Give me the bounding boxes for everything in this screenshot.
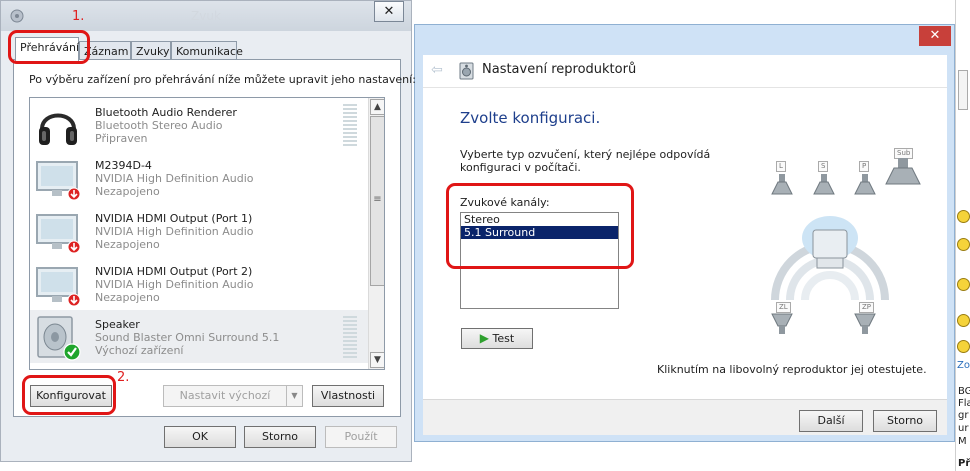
side-text: Pře xyxy=(958,458,970,469)
device-row-bluetooth[interactable]: Bluetooth Audio Renderer Bluetooth Stere… xyxy=(30,98,368,151)
smiley-icon xyxy=(957,340,970,353)
cancel-button[interactable]: Storno xyxy=(244,426,316,448)
device-status: Připraven xyxy=(95,132,148,145)
wizard-window-title: Nastavení reproduktorů xyxy=(482,62,637,77)
smiley-icon xyxy=(957,314,970,327)
close-button[interactable]: ✕ xyxy=(374,1,404,22)
properties-button[interactable]: Vlastnosti xyxy=(312,385,384,407)
device-name: Bluetooth Audio Renderer xyxy=(95,106,237,119)
annotation-ring-channels xyxy=(446,183,634,269)
tab-label: Komunikace xyxy=(176,45,243,58)
background-window-strip: Zob BG Fla gr ur M Pře xyxy=(955,0,970,471)
speaker-rear-left-icon[interactable] xyxy=(768,310,796,338)
side-link-text[interactable]: Zob xyxy=(957,360,970,371)
close-button[interactable]: ✕ xyxy=(919,26,951,46)
set-default-label: Nastavit výchozí xyxy=(179,389,271,402)
device-list-scrollbar[interactable]: ▲ ≡ ▼ xyxy=(368,98,384,369)
annotation-step1: 1. xyxy=(72,9,85,24)
close-icon: ✕ xyxy=(929,28,941,43)
wizard-hint: Kliknutím na libovolný reproduktor jej o… xyxy=(657,363,927,376)
speaker-setup-icon xyxy=(459,62,474,80)
room-diagram xyxy=(771,216,889,301)
apply-button[interactable]: Použít xyxy=(325,426,397,448)
monitor-icon xyxy=(36,214,81,254)
chevron-down-icon[interactable]: ▼ xyxy=(286,386,302,406)
device-driver: NVIDIA High Definition Audio xyxy=(95,225,254,238)
device-row-speaker[interactable]: Speaker Sound Blaster Omni Surround 5.1 … xyxy=(30,310,368,363)
speaker-center-icon[interactable] xyxy=(810,172,838,200)
device-status: Nezapojeno xyxy=(95,291,160,304)
side-scrollbar[interactable] xyxy=(958,70,968,110)
device-row-hdmi-port1[interactable]: NVIDIA HDMI Output (Port 1) NVIDIA High … xyxy=(30,204,368,257)
speaker-rear-right-icon[interactable] xyxy=(851,310,879,338)
device-driver: Bluetooth Stereo Audio xyxy=(95,119,223,132)
tab-label: Zvuky xyxy=(136,45,170,58)
device-status: Nezapojeno xyxy=(95,185,160,198)
speaker-label-center: S xyxy=(818,161,829,172)
smiley-icon xyxy=(957,238,970,251)
subwoofer-icon[interactable] xyxy=(884,156,922,186)
annotation-step2: 2. xyxy=(117,370,130,385)
scroll-thumb[interactable]: ≡ xyxy=(370,116,384,286)
monitor-icon xyxy=(36,161,81,201)
tab-zvuky[interactable]: Zvuky xyxy=(131,41,171,61)
device-driver: NVIDIA High Definition Audio xyxy=(95,172,254,185)
device-name: NVIDIA HDMI Output (Port 2) xyxy=(95,265,253,278)
test-button[interactable]: ▶ Test xyxy=(461,328,533,349)
side-text: gr xyxy=(958,410,969,421)
set-default-button[interactable]: Nastavit výchozí ▼ xyxy=(163,385,303,407)
level-meter xyxy=(343,316,357,358)
play-icon: ▶ xyxy=(479,331,490,345)
wizard-footer: Další Storno xyxy=(423,399,947,435)
device-row-hdmi-port2[interactable]: NVIDIA HDMI Output (Port 2) NVIDIA High … xyxy=(30,257,368,310)
device-name: NVIDIA HDMI Output (Port 1) xyxy=(95,212,253,225)
headphones-icon xyxy=(39,113,77,145)
side-text: BG xyxy=(958,386,970,397)
annotation-ring-tab xyxy=(8,30,90,64)
sound-dialog-titlebar[interactable]: Zvuk ✕ xyxy=(1,1,411,31)
device-name: M2394D-4 xyxy=(95,159,152,172)
device-list[interactable]: Bluetooth Audio Renderer Bluetooth Stere… xyxy=(29,97,385,370)
side-text: ur xyxy=(958,423,969,434)
scroll-up-button[interactable]: ▲ xyxy=(370,99,384,115)
scroll-down-button[interactable]: ▼ xyxy=(370,352,384,368)
sound-dialog-title: Zvuk xyxy=(191,9,221,23)
speaker-label-left: L xyxy=(776,161,786,172)
device-status: Nezapojeno xyxy=(95,238,160,251)
cancel-button[interactable]: Storno xyxy=(873,410,937,432)
device-status: Výchozí zařízení xyxy=(95,344,184,357)
annotation-ring-configure xyxy=(22,375,116,415)
instruction-text: Po výběru zařízení pro přehrávání níže m… xyxy=(29,73,416,86)
device-driver: NVIDIA High Definition Audio xyxy=(95,278,254,291)
level-meter xyxy=(343,104,357,146)
speaker-label-right: P xyxy=(859,161,870,172)
close-icon: ✕ xyxy=(383,4,395,19)
wizard-heading: Zvolte konfiguraci. xyxy=(460,109,601,127)
device-driver: Sound Blaster Omni Surround 5.1 xyxy=(95,331,280,344)
tab-label: Záznam xyxy=(84,45,129,58)
test-button-label: Test xyxy=(492,332,515,345)
next-button[interactable]: Další xyxy=(799,410,863,432)
tab-komunikace[interactable]: Komunikace xyxy=(171,41,243,61)
speaker-front-right-icon[interactable] xyxy=(851,172,879,200)
back-arrow-icon[interactable]: ⇦ xyxy=(431,62,443,78)
speaker-icon xyxy=(37,316,81,361)
device-row-m2394d[interactable]: M2394D-4 NVIDIA High Definition Audio Ne… xyxy=(30,151,368,204)
speaker-front-left-icon[interactable] xyxy=(768,172,796,200)
monitor-icon xyxy=(36,267,81,307)
side-text: Fla xyxy=(958,398,970,409)
wizard-description: Vyberte typ ozvučení, který nejlépe odpo… xyxy=(460,148,711,174)
smiley-icon xyxy=(957,278,970,291)
side-text: M xyxy=(958,436,967,447)
device-name: Speaker xyxy=(95,318,140,331)
smiley-icon xyxy=(957,210,970,223)
ok-button[interactable]: OK xyxy=(164,426,236,448)
wizard-header: ⇦ Nastavení reproduktorů xyxy=(423,55,947,87)
